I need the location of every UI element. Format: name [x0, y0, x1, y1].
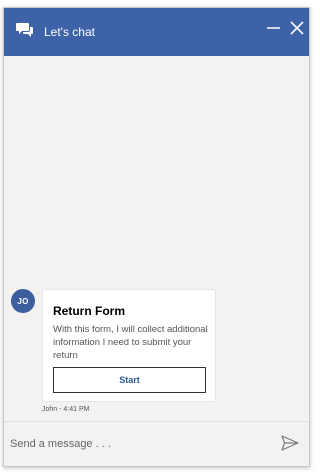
conversation-area: JO Return Form With this form, I will co…: [4, 56, 309, 421]
chat-title: Let's chat: [44, 25, 95, 39]
chat-bubbles-icon: [16, 23, 33, 37]
card-body: With this form, I will collect additiona…: [53, 324, 208, 361]
card-title: Return Form: [53, 304, 125, 318]
message-input[interactable]: [10, 434, 260, 454]
close-icon[interactable]: [287, 18, 307, 38]
send-icon[interactable]: [281, 435, 299, 451]
start-button[interactable]: Start: [53, 367, 206, 393]
chat-window: Let's chat JO Return Form With this form…: [3, 7, 310, 467]
message-input-area: [4, 421, 309, 466]
message-timestamp: John - 4:41 PM: [42, 406, 90, 413]
avatar: JO: [11, 289, 35, 313]
return-form-card: Return Form With this form, I will colle…: [42, 289, 216, 402]
chat-header: Let's chat: [4, 8, 309, 56]
minimize-icon[interactable]: [264, 18, 284, 38]
